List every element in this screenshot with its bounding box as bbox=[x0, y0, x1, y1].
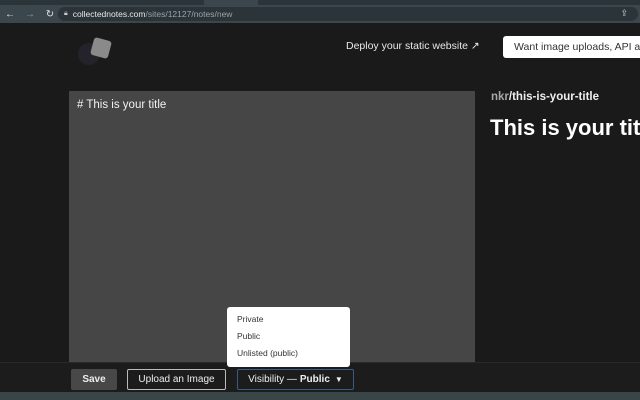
deploy-link[interactable]: Deploy your static website ↗ bbox=[346, 40, 480, 52]
menu-item-unlisted[interactable]: Unlisted (public) bbox=[227, 348, 350, 365]
menu-item-public[interactable]: Public bbox=[227, 331, 350, 348]
site-name: nkr bbox=[491, 91, 509, 103]
share-icon[interactable]: ⇪ bbox=[620, 8, 628, 19]
visibility-label: Visibility — bbox=[248, 374, 297, 385]
upsell-button[interactable]: Want image uploads, API access? bbox=[503, 36, 640, 58]
visibility-menu: Private Public Unlisted (public) bbox=[227, 307, 350, 367]
slug-path: /this-is-your-title bbox=[508, 91, 599, 103]
reload-icon[interactable]: ↻ bbox=[40, 9, 60, 20]
logo[interactable] bbox=[78, 36, 118, 67]
url-path: /sites/12127/notes/new bbox=[145, 9, 233, 19]
back-icon[interactable]: ← bbox=[0, 9, 20, 20]
preview-title: This is your title bbox=[490, 115, 640, 140]
visibility-dropdown[interactable]: Visibility — Public ▼ bbox=[237, 369, 354, 390]
browser-toolbar: ← → ↻ 🔒︎ collectednotes.com/sites/12127/… bbox=[0, 5, 640, 23]
address-bar[interactable]: 🔒︎ collectednotes.com/sites/12127/notes/… bbox=[58, 7, 638, 21]
save-button[interactable]: Save bbox=[71, 369, 117, 390]
menu-item-private[interactable]: Private bbox=[227, 314, 350, 331]
preview-slug: nkr/this-is-your-title bbox=[491, 91, 599, 103]
chevron-down-icon: ▼ bbox=[334, 375, 343, 384]
upload-image-button[interactable]: Upload an Image bbox=[127, 369, 226, 390]
forward-icon[interactable]: → bbox=[20, 9, 40, 20]
url-domain: collectednotes.com bbox=[72, 9, 146, 19]
lock-icon: 🔒︎ bbox=[64, 10, 68, 17]
bottom-strip bbox=[0, 392, 640, 400]
visibility-value: Public bbox=[299, 374, 330, 385]
